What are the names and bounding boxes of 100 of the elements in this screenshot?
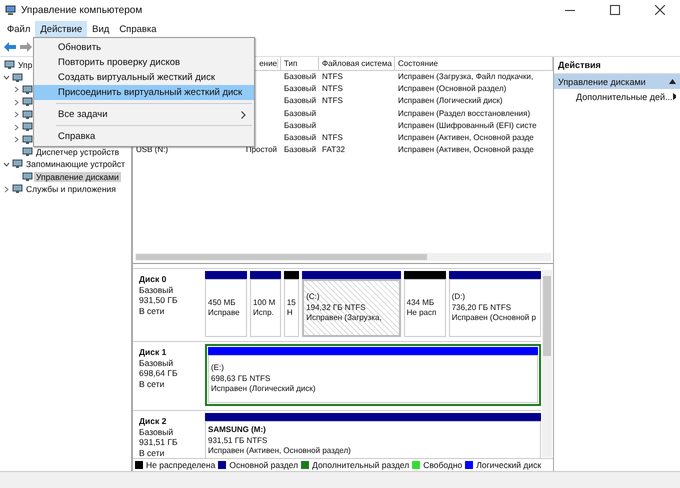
chevron-icon[interactable]	[12, 111, 21, 118]
menu-option[interactable]: Повторить проверку дисков	[34, 55, 254, 70]
chevron-icon[interactable]	[12, 98, 21, 106]
menu-item[interactable]: Вид	[87, 20, 114, 38]
disk-size: 931,51 ГБ	[139, 437, 179, 448]
partition-text: Н	[286, 308, 294, 318]
legend-label: Дополнительный раздел	[312, 460, 410, 470]
legend-label: Не распределена	[146, 460, 216, 470]
column-header[interactable]: Файловая система	[319, 57, 395, 70]
table-cell-text: NTFS	[321, 83, 344, 96]
chevron-icon[interactable]	[2, 186, 11, 193]
partition-label: (D:)	[452, 292, 466, 303]
collapse-triangle-icon[interactable]	[669, 79, 676, 84]
table-cell-text: Исправен (Логический диск)	[397, 95, 504, 108]
monitor-icon	[12, 159, 23, 170]
disk-state: В сети	[139, 306, 166, 316]
monitor-icon	[12, 72, 23, 83]
partition-text: 736,20 ГБ NTFS	[452, 302, 512, 314]
chevron-icon[interactable]	[12, 86, 21, 94]
chevron-icon[interactable]	[12, 136, 21, 144]
partition-text: 698,63 ГБ NTFS	[211, 374, 272, 384]
disk-type: Базовый	[139, 284, 174, 295]
disk-name: Диск 0	[139, 274, 168, 284]
partition-label: (C:)	[306, 292, 321, 303]
legend-label: Логический диск	[476, 460, 542, 470]
partition-label: SAMSUNG (M:)	[208, 425, 267, 436]
legend-label: Свободно	[423, 460, 462, 470]
table-cell-text: Простой	[244, 144, 278, 156]
partition-text: Исправен (Загрузка,	[306, 313, 383, 324]
table-cell-text: NTFS	[321, 71, 344, 83]
scrollbar[interactable]	[542, 270, 552, 457]
window-title: Управление компьютером	[21, 4, 144, 16]
menu-option[interactable]: Обновить	[34, 40, 254, 55]
partition-text: Испр.	[253, 308, 275, 318]
table-cell-text: Базовый	[283, 144, 318, 156]
forward-arrow-icon[interactable]	[20, 42, 32, 52]
tree-item[interactable]: Управление дисками	[34, 172, 121, 182]
scrollbar[interactable]	[135, 253, 551, 261]
menu-item[interactable]: Файл	[2, 20, 36, 38]
monitor-icon	[4, 60, 15, 70]
monitor-icon	[22, 84, 33, 95]
table-cell-text: FAT32	[321, 144, 346, 156]
menu-option[interactable]: Присоединить виртуальный жесткий диск	[34, 85, 254, 100]
disk-state: В сети	[139, 378, 166, 389]
disk-size: 931,50 ГБ	[139, 295, 179, 306]
partition-text: 434 МБ	[406, 298, 436, 308]
disk-size: 698,64 ГБ	[139, 368, 179, 378]
tree-item[interactable]: Запоминающие устройст	[24, 159, 128, 170]
menu-option[interactable]: Все задачи	[34, 107, 254, 122]
menu-item[interactable]: Действие	[35, 20, 88, 38]
menu-option[interactable]: Справка	[34, 129, 254, 144]
table-cell-text: Базовый	[283, 95, 318, 108]
chevron-icon[interactable]	[2, 74, 11, 82]
partition-text: 15	[286, 298, 296, 308]
disk-name: Диск 1	[139, 347, 168, 358]
column-header[interactable]: Тип	[281, 57, 319, 70]
column-header[interactable]: Состояние	[395, 57, 553, 70]
legend-label: Основной раздел	[229, 460, 298, 470]
monitor-icon	[22, 146, 33, 157]
tree-item[interactable]: Диспетчер устройств	[34, 146, 122, 157]
table-cell-text: NTFS	[321, 95, 344, 108]
chevron-icon[interactable]	[12, 124, 21, 131]
monitor-icon	[22, 172, 33, 182]
table-cell-text: Базовый	[283, 132, 318, 144]
menu-option[interactable]: Создать виртуальный жесткий диск	[34, 70, 254, 85]
partition[interactable]: (E:) 698,63 ГБ NTFS Исправен (Логический диск)	[205, 344, 541, 406]
table-cell-text: NTFS	[321, 132, 344, 144]
back-arrow-icon[interactable]	[4, 42, 16, 52]
chevron-icon[interactable]	[2, 160, 11, 168]
partition-text: Не расп	[406, 308, 438, 318]
tree-item[interactable]: Службы и приложения	[24, 184, 118, 194]
monitor-icon	[22, 97, 33, 108]
partition-text: 931,51 ГБ NTFS	[208, 436, 268, 446]
menu-item[interactable]: Справка	[114, 20, 162, 38]
table-cell-text: Исправен (Активен, Основной разде	[397, 144, 535, 156]
table-cell-text: Исправен (Шифрованный (EFI) систе	[397, 120, 538, 132]
partition-text: 450 МБ	[208, 298, 236, 308]
disk-type: Базовый	[139, 358, 174, 368]
disk-state: В сети	[139, 448, 166, 458]
expand-triangle-icon[interactable]	[672, 93, 676, 100]
partition-text: Исправен (Основной р	[452, 313, 537, 324]
app-icon	[5, 4, 16, 16]
monitor-icon	[22, 134, 33, 145]
table-cell-text: Исправен (Активен, Основной разде	[397, 132, 535, 144]
table-cell-text: Исправен (Загрузка, Файл подкачки,	[397, 71, 534, 83]
table-cell-text: Базовый	[283, 83, 318, 96]
column-header[interactable]: ение	[256, 59, 278, 68]
table-cell-text: Базовый	[283, 71, 318, 83]
monitor-icon	[22, 122, 33, 132]
close-icon[interactable]	[655, 5, 665, 15]
monitor-icon	[12, 184, 23, 194]
partition-text: 194,32 ГБ NTFS	[306, 302, 367, 314]
table-cell-text: Базовый	[283, 108, 318, 120]
maximize-icon[interactable]	[610, 5, 620, 15]
table-cell-text: Базовый	[283, 120, 318, 132]
action-item[interactable]: Дополнительные дей...	[554, 89, 680, 104]
action-item[interactable]: Управление дисками	[554, 74, 680, 89]
tree-item[interactable]: Упр	[16, 60, 34, 70]
disk-name: Диск 2	[139, 416, 168, 426]
monitor-icon	[22, 110, 33, 120]
